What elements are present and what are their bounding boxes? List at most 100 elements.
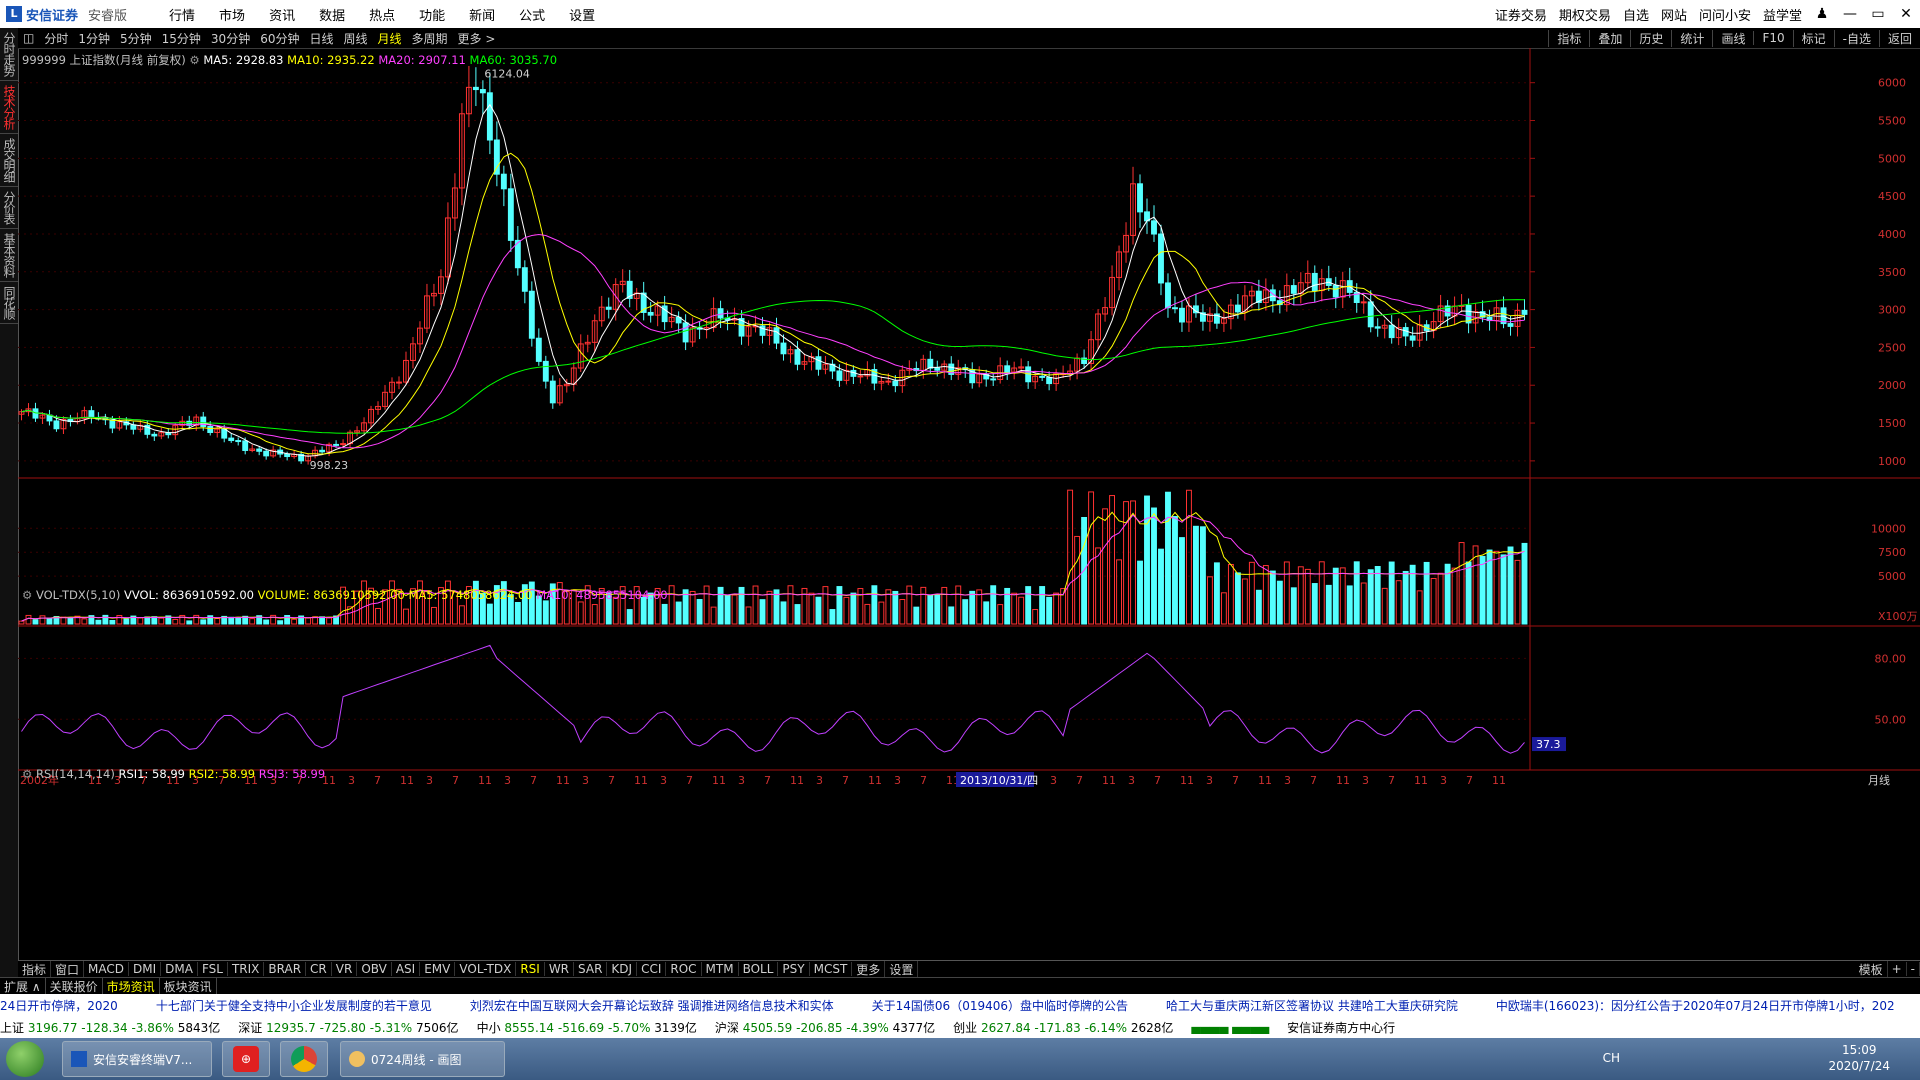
menu-options-trade[interactable]: 期权交易 [1559, 5, 1611, 24]
period-60min[interactable]: 60分钟 [260, 30, 299, 47]
menu-info[interactable]: 资讯 [269, 5, 295, 24]
vol-settings-icon[interactable]: ⚙ [22, 588, 36, 602]
tool-back[interactable]: 返回 [1878, 29, 1920, 47]
menu-assistant[interactable]: 问问小安 [1699, 5, 1751, 24]
template-button[interactable]: 模板 [1855, 960, 1888, 978]
idx-dma[interactable]: DMA [161, 962, 198, 976]
menu-formula[interactable]: 公式 [519, 5, 545, 24]
quote-shanghai[interactable]: 上证 3196.77 -128.34 -3.86% 5843亿 [0, 1019, 220, 1036]
menu-news[interactable]: 新闻 [469, 5, 495, 24]
news-item[interactable]: 刘烈宏在中国互联网大会开幕论坛致辞 强调推进网络信息技术和实体 [470, 997, 834, 1014]
idx-brar[interactable]: BRAR [264, 962, 307, 976]
idx-vr[interactable]: VR [332, 962, 358, 976]
shirt-icon[interactable]: ♟ [1808, 6, 1836, 22]
task-chrome[interactable] [280, 1041, 328, 1077]
ext-sector-info[interactable]: 板块资讯 [160, 977, 217, 995]
idx-fsl[interactable]: FSL [198, 962, 228, 976]
period-5min[interactable]: 5分钟 [120, 30, 152, 47]
idx-window[interactable]: 窗口 [51, 960, 85, 978]
tab-price-table[interactable]: 分价表 [0, 187, 18, 229]
menu-hot[interactable]: 热点 [369, 5, 395, 24]
close-button[interactable]: ✕ [1892, 6, 1920, 22]
news-item[interactable]: 中欧瑞丰(166023)：因分红公告于2020年07月24日开市停牌1小时，20… [1496, 997, 1895, 1014]
idx-roc[interactable]: ROC [666, 962, 702, 976]
period-more[interactable]: 更多 > [458, 30, 496, 47]
tool-indicator[interactable]: 指标 [1548, 29, 1589, 47]
kline-chart[interactable]: 6000 5500 5000 4500 4000 3500 3000 2500 2000 1500… [18, 48, 1920, 960]
news-item[interactable]: 哈工大与重庆两江新区签署协议 共建哈工大重庆研究院 [1166, 997, 1458, 1014]
idx-asi[interactable]: ASI [392, 962, 421, 976]
period-30min[interactable]: 30分钟 [211, 30, 250, 47]
minimize-button[interactable]: — [1836, 6, 1864, 22]
idx-obv[interactable]: OBV [357, 962, 392, 976]
period-intraday[interactable]: 分时 [44, 30, 68, 47]
tool-f10[interactable]: F10 [1753, 31, 1792, 45]
restore-button[interactable]: ▭ [1864, 6, 1892, 22]
quote-hs300[interactable]: 沪深 4505.59 -206.85 -4.39% 4377亿 [715, 1019, 935, 1036]
tab-intraday[interactable]: 分时走势 [0, 28, 18, 81]
ext-related-quotes[interactable]: 关联报价 [46, 977, 103, 995]
settings-icon[interactable]: ⚙ [189, 53, 203, 67]
idx-indicator[interactable]: 指标 [18, 960, 52, 978]
menu-quotes[interactable]: 行情 [169, 5, 195, 24]
idx-cci[interactable]: CCI [637, 962, 667, 976]
menu-securities-trade[interactable]: 证券交易 [1495, 5, 1547, 24]
task-paint[interactable]: 0724周线 - 画图 [340, 1041, 505, 1077]
idx-dmi[interactable]: DMI [129, 962, 162, 976]
clock[interactable]: 15:09 2020/7/24 [1828, 1042, 1890, 1074]
quote-shenzhen[interactable]: 深证 12935.7 -725.80 -5.31% 7506亿 [238, 1019, 458, 1036]
tool-history[interactable]: 历史 [1630, 29, 1671, 47]
language-indicator[interactable]: CH [1603, 1051, 1620, 1065]
idx-vol-tdx[interactable]: VOL-TDX [455, 962, 517, 976]
news-item[interactable]: 24日开市停牌，2020 [0, 997, 118, 1014]
period-1min[interactable]: 1分钟 [78, 30, 110, 47]
news-item[interactable]: 十七部门关于健全支持中小企业发展制度的若干意见 [156, 997, 432, 1014]
tab-fundamentals[interactable]: 基本资料 [0, 229, 18, 282]
menu-learning[interactable]: 益学堂 [1763, 5, 1802, 24]
menu-market[interactable]: 市场 [219, 5, 245, 24]
idx-mtm[interactable]: MTM [702, 962, 739, 976]
idx-mcst[interactable]: MCST [810, 962, 853, 976]
menu-settings[interactable]: 设置 [569, 5, 595, 24]
start-button[interactable] [6, 1041, 44, 1077]
idx-kdj[interactable]: KDJ [607, 962, 638, 976]
idx-trix[interactable]: TRIX [228, 962, 265, 976]
tab-ths[interactable]: 同花顺 [0, 282, 18, 324]
ext-market-info[interactable]: 市场资讯 [103, 977, 160, 995]
idx-wr[interactable]: WR [545, 962, 575, 976]
idx-more[interactable]: 更多 [852, 960, 886, 978]
menu-function[interactable]: 功能 [419, 5, 445, 24]
idx-boll[interactable]: BOLL [739, 962, 779, 976]
add-window-button[interactable]: + [1888, 962, 1907, 976]
idx-macd[interactable]: MACD [84, 962, 130, 976]
rsi-settings-icon[interactable]: ⚙ [22, 767, 36, 781]
menu-website[interactable]: 网站 [1661, 5, 1687, 24]
idx-settings[interactable]: 设置 [885, 960, 919, 978]
idx-rsi[interactable]: RSI [516, 962, 545, 976]
idx-cr[interactable]: CR [306, 962, 332, 976]
task-ths-icon[interactable]: ⊕ [222, 1041, 270, 1077]
menu-data[interactable]: 数据 [319, 5, 345, 24]
tool-draw[interactable]: 画线 [1712, 29, 1753, 47]
tool-overlay[interactable]: 叠加 [1589, 29, 1630, 47]
idx-psy[interactable]: PSY [778, 962, 810, 976]
news-item[interactable]: 关于14国债06（019406）盘中临时停牌的公告 [872, 997, 1128, 1014]
ext-toggle[interactable]: 扩展 ∧ [0, 977, 46, 995]
menu-watchlist[interactable]: 自选 [1623, 5, 1649, 24]
period-15min[interactable]: 15分钟 [162, 30, 201, 47]
period-weekly[interactable]: 周线 [344, 30, 368, 47]
layout-icon[interactable]: ◫ [23, 31, 34, 45]
task-app-terminal[interactable]: 安信安睿终端V7... [62, 1041, 212, 1077]
tool-mark[interactable]: 标记 [1792, 29, 1834, 47]
tab-technical[interactable]: 技术分析 [0, 81, 18, 134]
remove-window-button[interactable]: - [1907, 962, 1920, 976]
period-daily[interactable]: 日线 [309, 30, 333, 47]
idx-emv[interactable]: EMV [420, 962, 456, 976]
quote-chinext[interactable]: 创业 2627.84 -171.83 -6.14% 2628亿 [953, 1019, 1173, 1036]
tool-remove-watch[interactable]: -自选 [1833, 29, 1879, 47]
period-multi[interactable]: 多周期 [412, 30, 448, 47]
idx-sar[interactable]: SAR [574, 962, 608, 976]
tool-stats[interactable]: 统计 [1671, 29, 1712, 47]
tab-trades[interactable]: 成交明细 [0, 134, 18, 187]
period-monthly[interactable]: 月线 [378, 30, 402, 47]
